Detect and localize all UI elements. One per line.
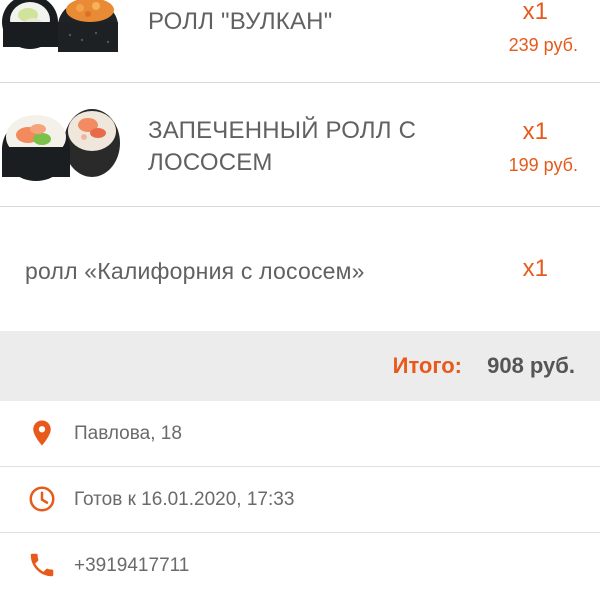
item-quantity: x1: [522, 0, 548, 25]
item-price: 239 руб.: [508, 35, 578, 55]
phone-row[interactable]: +3919417711: [0, 533, 600, 599]
ready-time-text: Готов к 16.01.2020, 17:33: [74, 489, 295, 510]
item-quantity: x1: [522, 255, 548, 282]
item-name: ролл «Калифорния с лососем»: [25, 258, 365, 284]
address-text: Павлова, 18: [74, 423, 182, 444]
order-total-bar: Итого: 908 руб.: [0, 331, 600, 401]
item-name: РОЛЛ "ВУЛКАН": [148, 8, 333, 35]
ready-time-row: Готов к 16.01.2020, 17:33: [0, 467, 600, 533]
order-item[interactable]: РОЛЛ "ВУЛКАН" x1 239 руб.: [0, 0, 600, 83]
sushi-roll-image: [0, 0, 122, 82]
total-value: 908 руб.: [487, 353, 575, 378]
order-item[interactable]: ЗАПЕЧЕННЫЙ РОЛЛ С ЛОСОСЕМ x1 199 руб.: [0, 83, 600, 207]
phone-icon: [27, 550, 57, 580]
address-row[interactable]: Павлова, 18: [0, 401, 600, 467]
location-pin-icon: [27, 418, 57, 448]
clock-icon: [27, 484, 57, 514]
phone-text: +3919417711: [74, 555, 190, 576]
item-quantity: x1: [522, 118, 548, 145]
item-name: ЗАПЕЧЕННЫЙ РОЛЛ С ЛОСОСЕМ: [148, 117, 417, 176]
order-item[interactable]: ролл «Калифорния с лососем» x1: [0, 207, 600, 331]
total-label: Итого:: [392, 353, 462, 378]
sushi-roll-image: [0, 103, 122, 183]
item-price: 199 руб.: [508, 155, 578, 175]
